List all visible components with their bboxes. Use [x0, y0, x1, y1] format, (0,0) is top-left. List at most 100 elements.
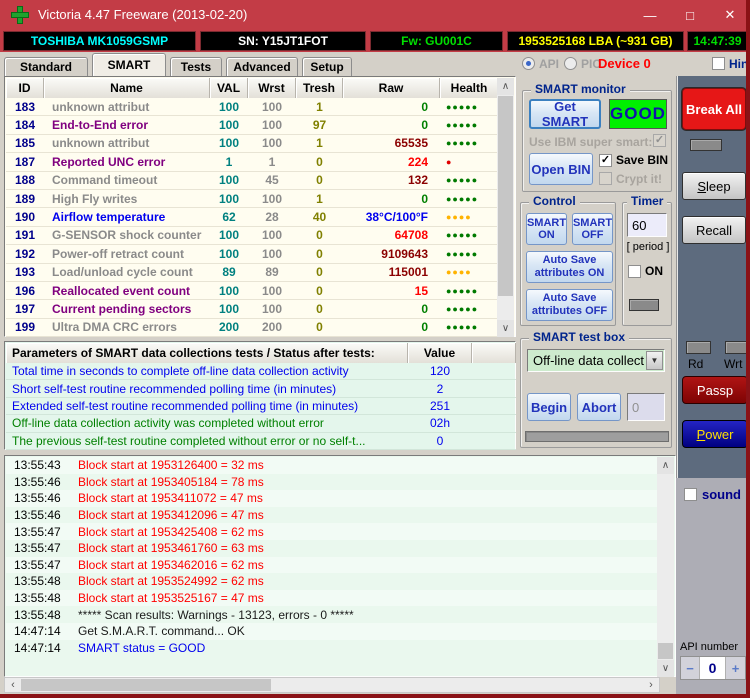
log-panel: 13:55:43Block start at 1953126400 = 32 m… — [4, 455, 676, 677]
col-raw[interactable]: Raw — [343, 78, 440, 98]
passp-button[interactable]: Passp — [682, 376, 748, 404]
col-health[interactable]: Health — [440, 78, 499, 98]
attr-wrst: 45 — [248, 173, 296, 187]
api-radio[interactable] — [522, 57, 535, 70]
health-dots-icon: ●●●●● — [440, 286, 499, 296]
attr-name: Command timeout — [44, 173, 210, 187]
log-message: SMART status = GOOD — [70, 641, 205, 655]
table-row[interactable]: 184End-to-End error100100970●●●●● — [6, 116, 499, 134]
scroll-down-icon[interactable]: ∨ — [497, 320, 514, 337]
tab-advanced[interactable]: Advanced — [226, 57, 298, 76]
table-row[interactable]: 185unknown attribut100100165535●●●●● — [6, 135, 499, 153]
table-row[interactable]: 192Power-off retract count10010009109643… — [6, 245, 499, 263]
log-message: Block start at 1953126400 = 32 ms — [70, 458, 264, 472]
log-timestamp: 13:55:48 — [6, 591, 70, 605]
attr-table-scrollbar[interactable]: ∧ ∨ — [497, 78, 514, 337]
params-header: Parameters of SMART data collections tes… — [6, 343, 516, 363]
health-dots-icon: ●●●●● — [440, 138, 499, 148]
params-header-value[interactable]: Value — [408, 343, 472, 363]
table-row[interactable]: Short self-test routine recommended poll… — [6, 380, 516, 397]
save-bin-checkbox[interactable]: ✓ — [599, 154, 612, 167]
log-timestamp: 14:47:14 — [6, 641, 70, 655]
table-row[interactable]: 193Load/unload cycle count89890115001●●●… — [6, 264, 499, 282]
col-wrst[interactable]: Wrst — [248, 78, 296, 98]
log-hscrollbar[interactable]: ‹ › — [4, 677, 660, 693]
read-led — [686, 341, 711, 354]
victoria-window: Victoria 4.47 Freeware (2013-02-20) — □ … — [0, 0, 750, 698]
table-row[interactable]: Total time in seconds to complete off-li… — [6, 363, 516, 380]
power-button[interactable]: Power — [682, 420, 748, 448]
close-button[interactable]: ✕ — [710, 0, 750, 30]
table-row[interactable]: 190Airflow temperature62284038°C/100°F●●… — [6, 208, 499, 226]
health-dots-icon: ●●●● — [440, 267, 499, 277]
attr-wrst: 200 — [248, 320, 296, 334]
col-val[interactable]: VAL — [210, 78, 248, 98]
abort-button[interactable]: Abort — [577, 393, 621, 421]
tab-setup[interactable]: Setup — [302, 57, 352, 76]
log-timestamp: 13:55:47 — [6, 541, 70, 555]
table-row[interactable]: The previous self-test routine completed… — [6, 433, 516, 450]
table-row[interactable]: 197Current pending sectors10010000●●●●● — [6, 300, 499, 318]
log-scrollbar[interactable]: ∧ ∨ — [657, 457, 674, 677]
param-value: 251 — [408, 399, 472, 413]
table-row[interactable]: 187Reported UNC error110224● — [6, 153, 499, 171]
table-row[interactable]: Extended self-test routine recommended p… — [6, 398, 516, 415]
log-entry: 13:55:43Block start at 1953126400 = 32 m… — [6, 457, 659, 474]
scrollbar-thumb[interactable] — [21, 679, 271, 691]
scroll-down-icon[interactable]: ∨ — [657, 660, 674, 677]
attr-tresh: 0 — [296, 228, 343, 242]
scroll-up-icon[interactable]: ∧ — [497, 78, 514, 95]
attr-wrst: 100 — [248, 100, 296, 114]
scrollbar-thumb[interactable] — [498, 96, 513, 296]
scroll-up-icon[interactable]: ∧ — [657, 457, 674, 474]
log-message: Block start at 1953425408 = 62 ms — [70, 525, 264, 539]
scrollbar-thumb[interactable] — [658, 643, 673, 659]
sleep-button[interactable]: Sleep — [682, 172, 746, 200]
maximize-button[interactable]: □ — [670, 0, 710, 30]
col-id[interactable]: ID — [6, 78, 44, 98]
recall-button[interactable]: Recall — [682, 216, 746, 244]
hints-checkbox[interactable] — [712, 57, 725, 70]
scroll-left-icon[interactable]: ‹ — [5, 678, 21, 692]
health-dots-icon: ● — [440, 157, 499, 167]
smart-on-button[interactable]: SMART ON — [526, 213, 567, 245]
params-header-label[interactable]: Parameters of SMART data collections tes… — [6, 343, 408, 363]
tab-standard[interactable]: Standard — [4, 57, 88, 76]
log-entry: 13:55:47Block start at 1953425408 = 62 m… — [6, 523, 659, 540]
test-counter-field[interactable]: 0 — [627, 393, 665, 421]
autosave-off-button[interactable]: Auto Save attributes OFF — [526, 289, 613, 321]
col-tresh[interactable]: Tresh — [296, 78, 343, 98]
table-row[interactable]: 189High Fly writes10010010●●●●● — [6, 190, 499, 208]
attr-name: High Fly writes — [44, 192, 210, 206]
table-row[interactable]: 199Ultra DMA CRC errors20020000●●●●● — [6, 319, 499, 337]
autosave-on-button[interactable]: Auto Save attributes ON — [526, 251, 613, 283]
table-row[interactable]: Off-line data collection activity was co… — [6, 415, 516, 432]
chevron-down-icon[interactable]: ▼ — [646, 351, 663, 370]
open-bin-button[interactable]: Open BIN — [529, 153, 593, 185]
table-row[interactable]: 191G-SENSOR shock counter100100064708●●●… — [6, 227, 499, 245]
pio-radio[interactable] — [564, 57, 577, 70]
attr-wrst: 100 — [248, 118, 296, 132]
plus-button[interactable]: + — [726, 657, 745, 679]
timer-period-input[interactable]: 60 — [627, 213, 667, 237]
tab-tests[interactable]: Tests — [170, 57, 222, 76]
break-all-button[interactable]: Break All — [682, 88, 746, 130]
table-row[interactable]: 183unknown attribut10010010●●●●● — [6, 98, 499, 116]
smart-off-button[interactable]: SMART OFF — [572, 213, 613, 245]
crypt-checkbox[interactable] — [599, 172, 612, 185]
log-timestamp: 13:55:47 — [6, 558, 70, 572]
begin-button[interactable]: Begin — [527, 393, 571, 421]
scroll-right-icon[interactable]: › — [643, 678, 659, 692]
minimize-button[interactable]: — — [630, 0, 670, 30]
table-row[interactable]: 196Reallocated event count100100015●●●●● — [6, 282, 499, 300]
tab-smart[interactable]: SMART — [92, 53, 166, 76]
attr-id: 190 — [6, 210, 44, 224]
sound-checkbox[interactable] — [684, 488, 697, 501]
get-smart-button[interactable]: Get SMART — [529, 99, 601, 129]
ibm-smart-checkbox[interactable]: ✓ — [653, 134, 666, 147]
test-select[interactable]: Off-line data collect ▼ — [527, 349, 665, 372]
minus-button[interactable]: − — [681, 657, 700, 679]
timer-on-checkbox[interactable] — [628, 265, 641, 278]
table-row[interactable]: 188Command timeout100450132●●●●● — [6, 172, 499, 190]
col-name[interactable]: Name — [44, 78, 210, 98]
